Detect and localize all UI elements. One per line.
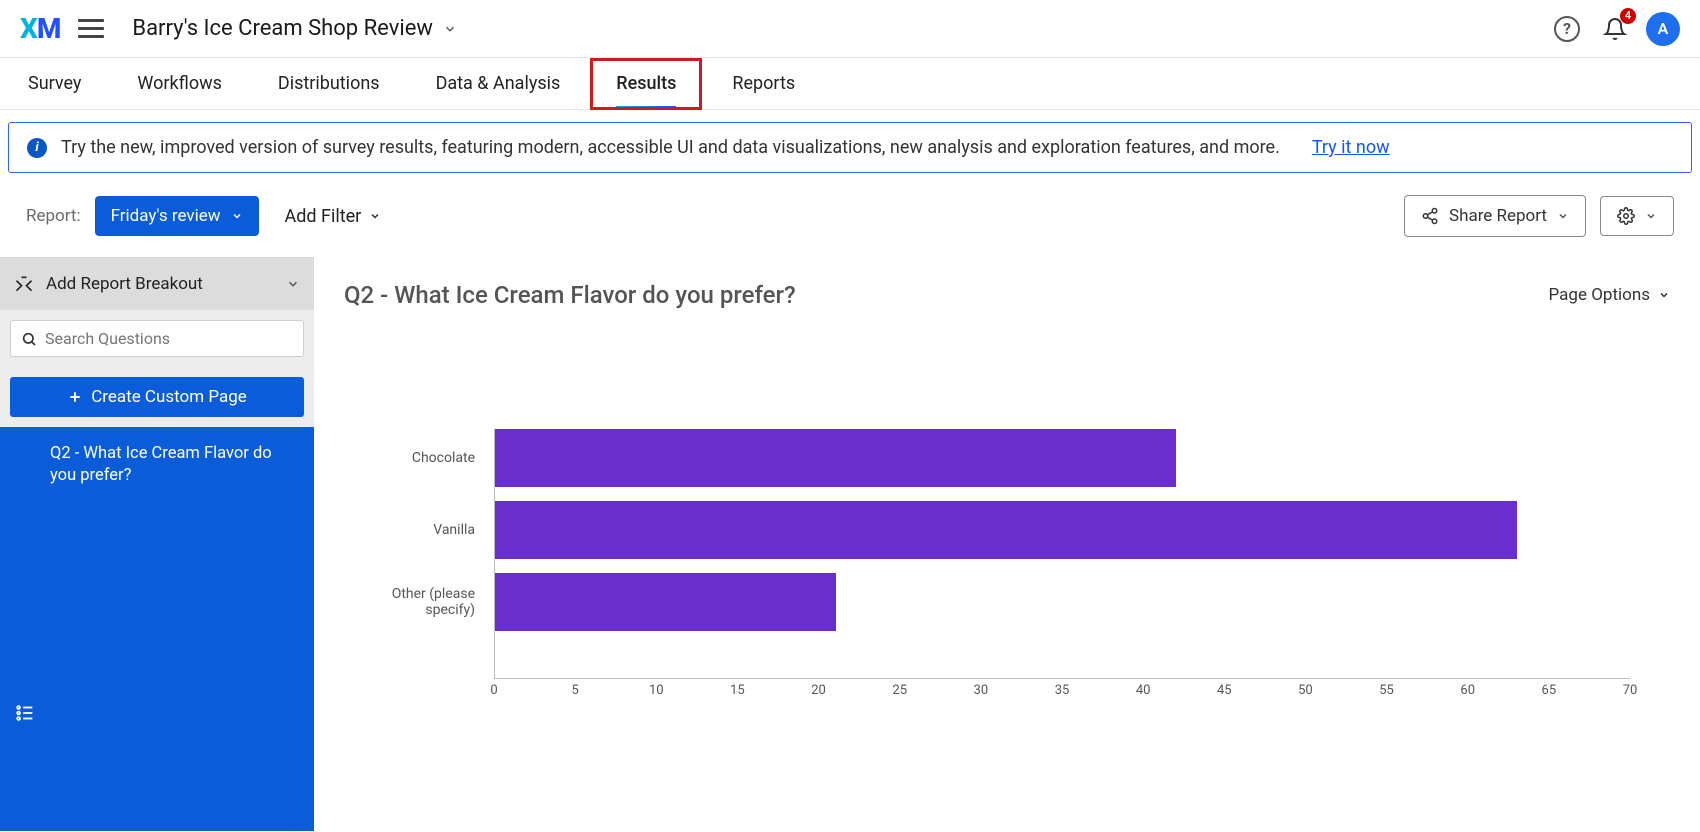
hamburger-menu-icon[interactable] bbox=[78, 14, 104, 43]
xm-logo[interactable]: XM bbox=[20, 12, 60, 45]
notifications-button[interactable]: 4 bbox=[1598, 12, 1632, 46]
add-filter-label: Add Filter bbox=[285, 206, 362, 227]
x-tick: 35 bbox=[1055, 683, 1070, 698]
page-options-label: Page Options bbox=[1549, 285, 1650, 305]
bar-label: Chocolate bbox=[345, 450, 485, 466]
project-title-dropdown[interactable]: Barry's Ice Cream Shop Review bbox=[132, 16, 457, 41]
help-icon: ? bbox=[1554, 16, 1580, 42]
bar-label: Other (please specify) bbox=[345, 586, 485, 618]
question-list-item[interactable]: Q2 - What Ice Cream Flavor do you prefer… bbox=[0, 427, 314, 831]
bar-label: Vanilla bbox=[345, 522, 485, 538]
x-tick: 15 bbox=[730, 683, 745, 698]
x-tick: 25 bbox=[892, 683, 907, 698]
breakout-label: Add Report Breakout bbox=[46, 274, 203, 294]
create-button-label: Create Custom Page bbox=[91, 387, 247, 407]
bar bbox=[495, 573, 836, 631]
chevron-down-icon bbox=[1557, 210, 1569, 222]
notification-badge: 4 bbox=[1620, 8, 1636, 24]
chevron-down-icon bbox=[443, 22, 457, 36]
page-title: Q2 - What Ice Cream Flavor do you prefer… bbox=[344, 281, 796, 309]
gear-icon bbox=[1617, 207, 1635, 225]
chevron-down-icon bbox=[1658, 289, 1670, 301]
content-area: Add Report Breakout Create Custom Page Q… bbox=[0, 257, 1700, 831]
x-tick: 60 bbox=[1460, 683, 1475, 698]
x-tick: 5 bbox=[571, 683, 578, 698]
banner-text: Try the new, improved version of survey … bbox=[61, 137, 1280, 158]
search-icon bbox=[21, 331, 37, 347]
x-tick: 70 bbox=[1623, 683, 1638, 698]
create-custom-page-button[interactable]: Create Custom Page bbox=[10, 377, 304, 417]
breakout-icon bbox=[14, 274, 34, 294]
x-tick: 40 bbox=[1136, 683, 1151, 698]
top-bar: XM Barry's Ice Cream Shop Review ? 4 A bbox=[0, 0, 1700, 58]
search-questions-input[interactable] bbox=[10, 320, 304, 357]
page-options-dropdown[interactable]: Page Options bbox=[1549, 285, 1670, 305]
tab-reports[interactable]: Reports bbox=[732, 58, 795, 110]
x-tick: 50 bbox=[1298, 683, 1313, 698]
bar-row: Vanilla bbox=[495, 501, 1630, 559]
report-name: Friday's review bbox=[111, 206, 221, 226]
question-list: Q2 - What Ice Cream Flavor do you prefer… bbox=[0, 427, 314, 831]
chevron-down-icon bbox=[231, 210, 243, 222]
help-button[interactable]: ? bbox=[1550, 12, 1584, 46]
add-filter-button[interactable]: Add Filter bbox=[285, 206, 382, 227]
search-input-field[interactable] bbox=[45, 329, 293, 348]
main-tab-nav: Survey Workflows Distributions Data & An… bbox=[0, 58, 1700, 110]
share-icon bbox=[1421, 207, 1439, 225]
question-item-label: Q2 - What Ice Cream Flavor do you prefer… bbox=[50, 443, 300, 488]
tab-distributions[interactable]: Distributions bbox=[278, 58, 380, 110]
plus-icon bbox=[67, 389, 83, 405]
try-it-now-link[interactable]: Try it now bbox=[1312, 137, 1390, 158]
x-tick: 10 bbox=[649, 683, 664, 698]
project-title-text: Barry's Ice Cream Shop Review bbox=[132, 16, 433, 41]
bar bbox=[495, 501, 1517, 559]
bar-row: Chocolate bbox=[495, 429, 1630, 487]
x-tick: 30 bbox=[974, 683, 989, 698]
chart-question-icon bbox=[14, 563, 36, 831]
report-page: Q2 - What Ice Cream Flavor do you prefer… bbox=[314, 257, 1700, 831]
x-tick: 45 bbox=[1217, 683, 1232, 698]
chevron-down-icon bbox=[369, 210, 381, 222]
questions-sidebar: Add Report Breakout Create Custom Page Q… bbox=[0, 257, 314, 831]
x-tick: 0 bbox=[490, 683, 497, 698]
bar-chart: Chocolate Vanilla Other (please specify) 0… bbox=[344, 429, 1670, 729]
x-tick: 65 bbox=[1542, 683, 1557, 698]
report-toolbar: Report: Friday's review Add Filter Share… bbox=[0, 173, 1700, 257]
tab-workflows[interactable]: Workflows bbox=[137, 58, 222, 110]
chevron-down-icon bbox=[1645, 210, 1657, 222]
x-tick: 20 bbox=[811, 683, 826, 698]
account-avatar[interactable]: A bbox=[1646, 12, 1680, 46]
share-report-button[interactable]: Share Report bbox=[1404, 195, 1586, 237]
avatar-initial: A bbox=[1646, 12, 1680, 46]
x-tick: 55 bbox=[1379, 683, 1394, 698]
report-label: Report: bbox=[26, 206, 81, 226]
tab-survey[interactable]: Survey bbox=[28, 58, 81, 110]
add-report-breakout[interactable]: Add Report Breakout bbox=[0, 258, 314, 310]
info-icon: i bbox=[27, 138, 47, 158]
tab-data-analysis[interactable]: Data & Analysis bbox=[436, 58, 561, 110]
bar bbox=[495, 429, 1176, 487]
info-banner: i Try the new, improved version of surve… bbox=[8, 122, 1692, 173]
report-selector[interactable]: Friday's review bbox=[95, 196, 259, 236]
bar-row: Other (please specify) bbox=[495, 573, 1630, 631]
chevron-down-icon bbox=[286, 277, 300, 291]
tab-results[interactable]: Results bbox=[616, 58, 676, 110]
settings-button[interactable] bbox=[1600, 196, 1674, 236]
share-report-label: Share Report bbox=[1449, 206, 1547, 226]
